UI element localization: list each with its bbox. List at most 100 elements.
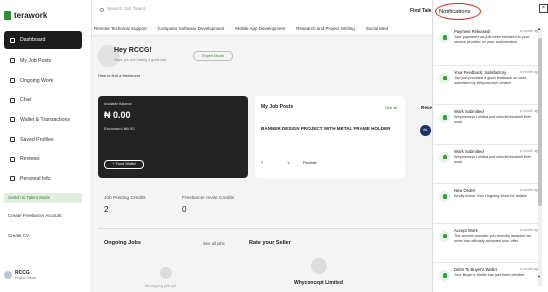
- notification-body: Kindly check Your Ongoing Work for detai…: [454, 194, 527, 198]
- switch-mode-button[interactable]: Switch to Talent Mode: [4, 193, 82, 203]
- search-placeholder: Search Job Talent: [107, 7, 146, 12]
- user-role: Project Owner: [15, 276, 37, 280]
- sidebar-item-reviews[interactable]: Reviews: [4, 149, 82, 169]
- notification-body: Whyconcept Limited just submit/resubmit …: [454, 154, 532, 164]
- balance-amount: ₦ 0.00: [104, 110, 131, 120]
- fund-wallet-button[interactable]: + Fund Wallet: [104, 160, 144, 169]
- logo-text: terawork: [14, 11, 48, 20]
- create-freelancer-link[interactable]: Create Freelancer Account: [8, 213, 62, 218]
- notification-body: The service provider you recently awarde…: [454, 233, 531, 243]
- seller-name: Whyconcept Limited: [294, 280, 343, 286]
- sidebar-item-label: Reviews: [20, 156, 40, 163]
- seller-avatar: [311, 258, 327, 274]
- ongoing-jobs-heading: Ongoing Jobs: [104, 240, 141, 246]
- recent-avatar[interactable]: WL: [420, 125, 431, 136]
- job-stat: Flexible: [303, 160, 317, 165]
- notification-title: Accept Work: [454, 227, 478, 233]
- greeting-title: Hey RCCG!: [114, 47, 152, 54]
- category-link[interactable]: Computer Software Development: [158, 26, 225, 35]
- sidebar-item-label: Dashboard: [20, 37, 46, 43]
- rate-seller-heading: Rate your Seller: [249, 240, 291, 246]
- user-profile[interactable]: RCCG Project Owner: [4, 270, 36, 280]
- sidebar-item-label: Ongoing Work: [20, 77, 54, 84]
- see-all-jobs-link[interactable]: See all jobs: [203, 241, 225, 246]
- notification-time: a month ago: [520, 69, 540, 74]
- recent-heading: Rece: [421, 105, 432, 110]
- sidebar-item-label: Chat: [20, 97, 31, 104]
- sidebar-item-chat[interactable]: Chat: [4, 90, 82, 110]
- job-posts-card: My Job Posts See all BANNER DESIGN PROJE…: [255, 96, 405, 178]
- scrollbar-thumb[interactable]: [538, 38, 542, 206]
- notification-time: a month ago: [520, 227, 540, 232]
- balance-card: Available Balance ₦ 0.00 Escrowed: ₦0.00…: [98, 96, 248, 178]
- avatar: [4, 271, 12, 279]
- notification-title: Payment Released!: [454, 29, 491, 34]
- sidebar-item-dashboard[interactable]: Dashboard: [4, 31, 82, 49]
- notification-item[interactable]: New Order! a month ago Kindly check Your…: [433, 183, 541, 223]
- notification-time: a month ago: [520, 267, 540, 271]
- notification-item[interactable]: Work Submitted a month ago Whyconcept Li…: [433, 104, 541, 144]
- notifications-title: Notifications: [439, 9, 471, 15]
- logo-mark-icon: [4, 11, 11, 20]
- find-freelancer-link[interactable]: How to find a freelancer: [98, 73, 140, 78]
- expert-mode-button[interactable]: Expert Mode: [193, 51, 233, 61]
- notification-title: Work Submitted: [454, 109, 484, 114]
- sidebar-item-ongoing-work[interactable]: Ongoing Work: [4, 71, 82, 91]
- job-stat: 7: [261, 160, 264, 165]
- greeting-subtitle: Hope you are having a great day: [114, 58, 167, 62]
- invite-credits-value: 0: [182, 205, 187, 214]
- chat-icon: [10, 97, 15, 103]
- bell-icon: [439, 270, 450, 281]
- bell-icon: [439, 151, 450, 163]
- sidebar-item-personal-info[interactable]: Personal Info: [4, 169, 82, 189]
- notification-title: New Order!: [454, 188, 476, 193]
- sidebar: terawork Dashboard My Job Posts Ongoing …: [0, 0, 92, 292]
- bell-icon: [439, 72, 450, 84]
- star-icon: [10, 156, 15, 162]
- notifications-panel: Notifications × Payment Released! a mont…: [432, 0, 548, 292]
- sidebar-item-label: Wallet & Transactions: [20, 116, 70, 123]
- notification-time: a month ago: [520, 148, 540, 153]
- category-link[interactable]: Research and Project Writing: [296, 26, 354, 35]
- bell-icon: [439, 230, 450, 242]
- divider: [98, 228, 432, 229]
- notification-title: Work Submitted: [454, 148, 484, 154]
- category-bar: Remote Technical Support Computer Softwa…: [92, 26, 432, 36]
- notification-title: Your Feedback: Satisfactory: [454, 69, 507, 75]
- sidebar-item-label: Personal Info: [20, 175, 51, 182]
- sidebar-nav: Dashboard My Job Posts Ongoing Work Chat…: [4, 31, 82, 189]
- notification-item[interactable]: Work Submitted a month ago Whyconcept Li…: [433, 143, 541, 184]
- notification-item[interactable]: Payment Released! a month ago Your payme…: [433, 25, 541, 65]
- notification-item[interactable]: Accept Work a month ago The service prov…: [433, 222, 541, 263]
- bell-icon: [439, 112, 450, 123]
- job-posting-credits-label: Job Posting Credits: [104, 196, 146, 201]
- sidebar-item-my-job-posts[interactable]: My Job Posts: [4, 51, 82, 71]
- sidebar-item-label: Saved Profiles: [20, 136, 54, 143]
- wallet-icon: [10, 117, 15, 123]
- notification-item[interactable]: Debit To Buyer's Wallet a month ago Your…: [433, 262, 541, 292]
- clock-icon: [10, 78, 15, 84]
- notification-item[interactable]: Your Feedback: Satisfactory a month ago …: [433, 64, 541, 105]
- sidebar-item-label: My Job Posts: [20, 57, 52, 64]
- notification-body: Whyconcept Limited just submit/resubmit …: [454, 115, 532, 125]
- category-link[interactable]: Social Med: [366, 26, 388, 35]
- briefcase-icon: [10, 58, 15, 64]
- sidebar-item-saved-profiles[interactable]: Saved Profiles: [4, 130, 82, 150]
- notification-body: Your Buyer's Wallet has just been debite…: [454, 273, 525, 277]
- close-icon[interactable]: ×: [539, 4, 548, 13]
- search-input[interactable]: Search Job Talent: [100, 7, 145, 12]
- escrowed-amount: Escrowed: ₦0.00: [104, 126, 135, 131]
- sidebar-item-wallet[interactable]: Wallet & Transactions: [4, 110, 82, 130]
- terawork-logo[interactable]: terawork: [4, 11, 47, 20]
- scroll-up-icon[interactable]: ▲: [537, 26, 541, 31]
- category-link[interactable]: Mobile App Development: [235, 26, 285, 35]
- find-talent-link[interactable]: Find Tale: [410, 8, 432, 14]
- no-ongoing-text: No ongoing jobs yet: [145, 284, 176, 288]
- dashboard-icon: [10, 37, 15, 43]
- job-posts-see-all[interactable]: See all: [385, 105, 397, 110]
- scroll-down-icon[interactable]: ▼: [537, 274, 541, 279]
- search-icon: [100, 7, 104, 12]
- category-link[interactable]: Remote Technical Support: [94, 26, 147, 35]
- create-cv-link[interactable]: Create CV: [8, 233, 29, 238]
- job-post-title[interactable]: BANNER DESIGN PROJECT WITH METAL FRAME H…: [261, 126, 390, 131]
